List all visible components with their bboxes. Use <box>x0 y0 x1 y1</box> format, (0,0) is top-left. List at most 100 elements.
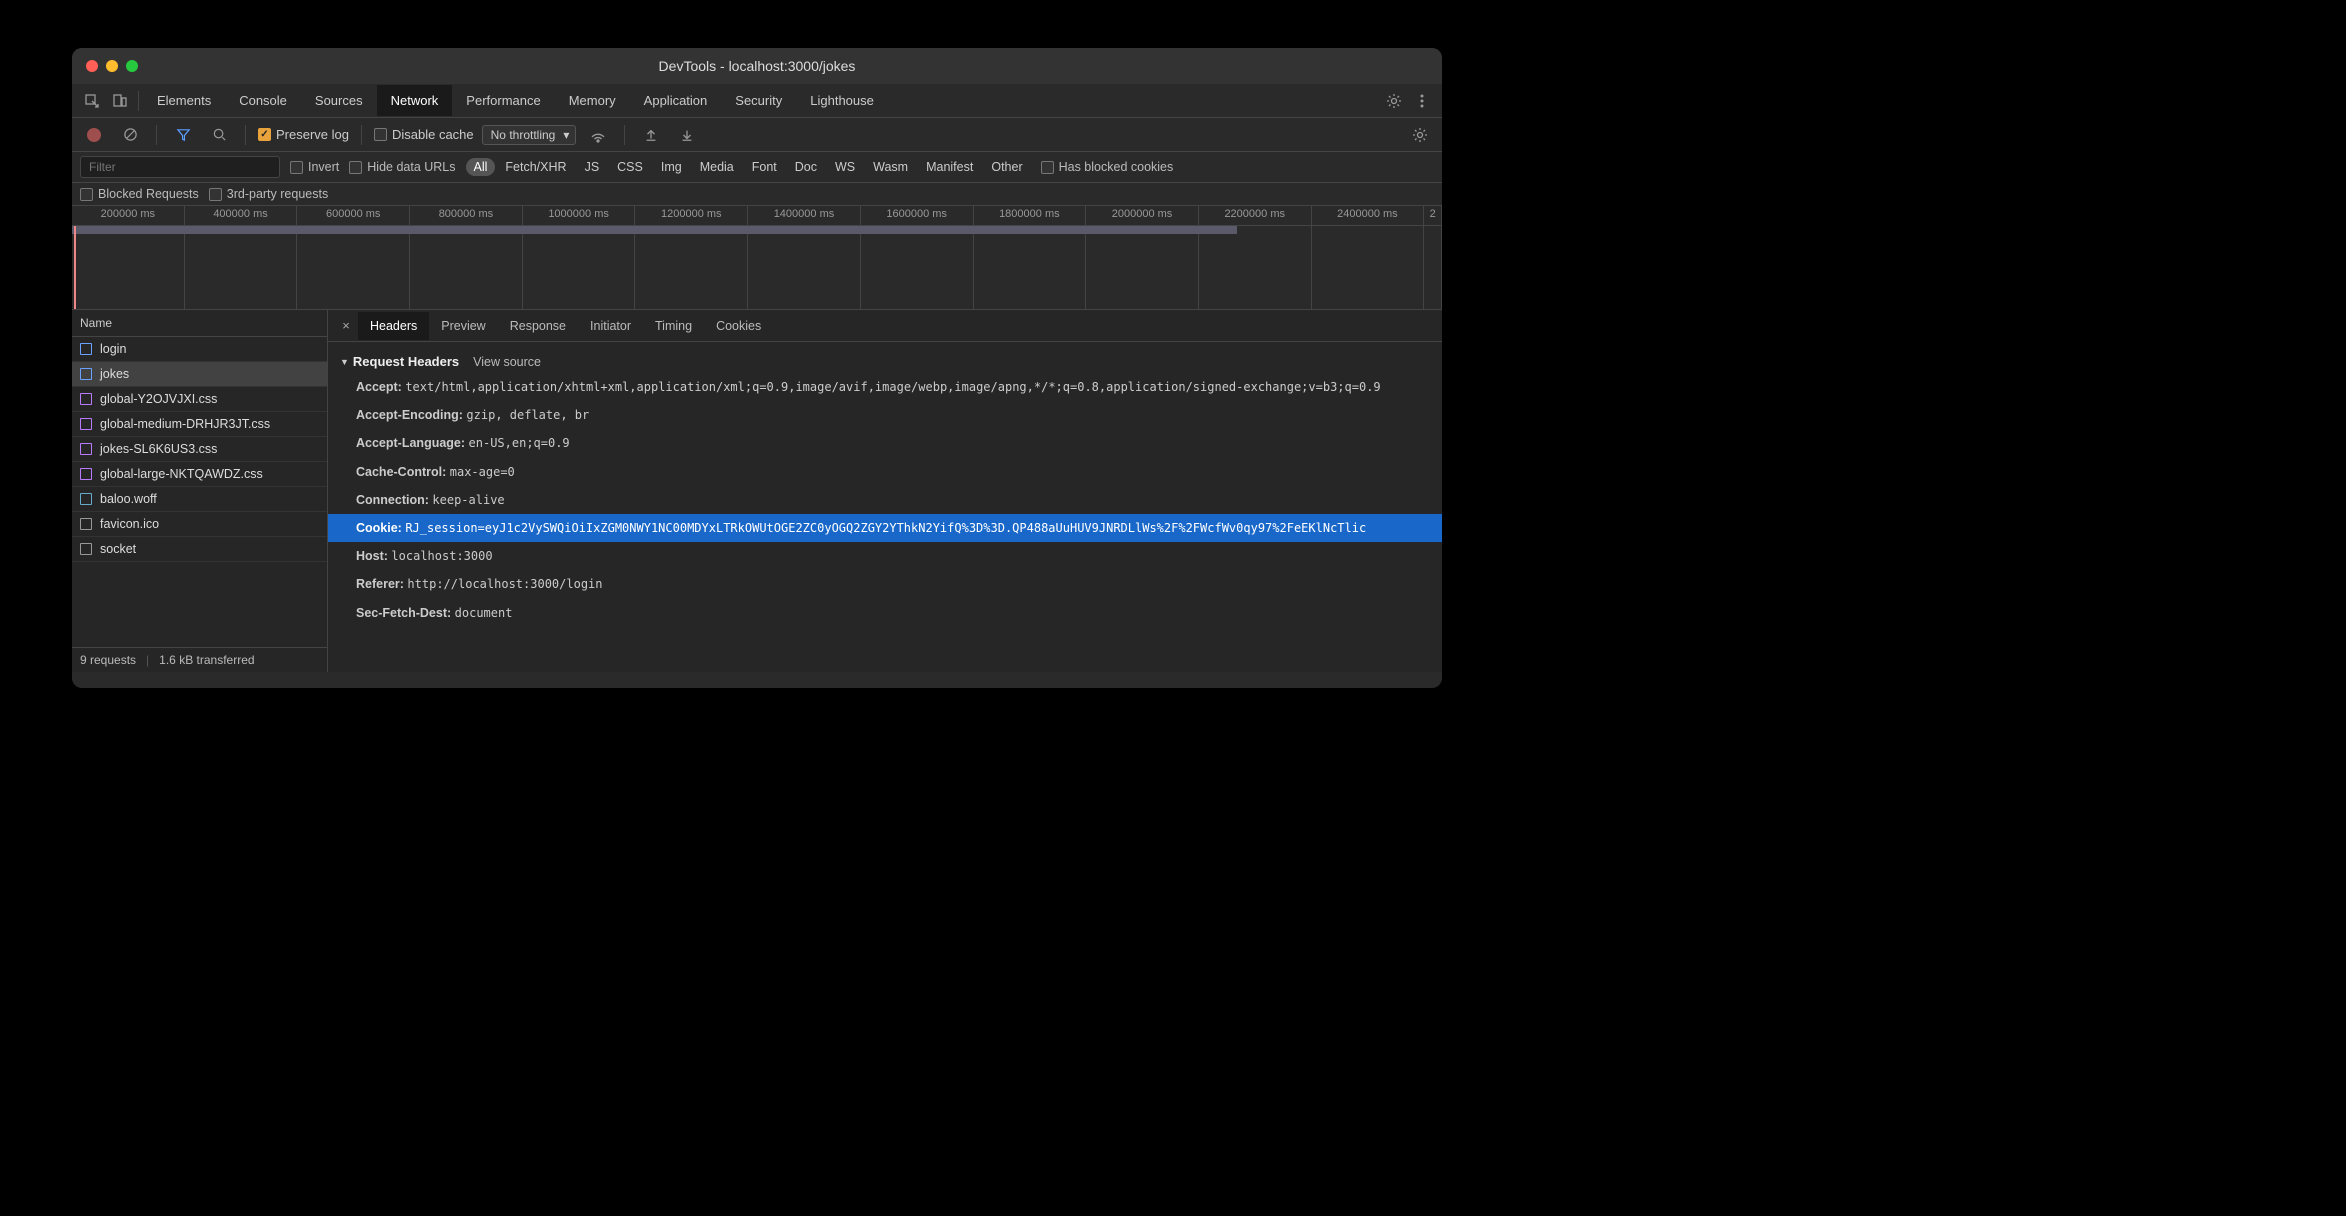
header-value: text/html,application/xhtml+xml,applicat… <box>405 380 1380 394</box>
detail-tab-timing[interactable]: Timing <box>643 312 704 340</box>
timeline-tick: 2200000 ms <box>1199 206 1312 225</box>
request-headers-section[interactable]: ▼ Request Headers <box>340 354 459 369</box>
main-tab-elements[interactable]: Elements <box>143 85 225 116</box>
blocked-requests-checkbox[interactable]: Blocked Requests <box>80 187 199 201</box>
filter-type-fetchxhr[interactable]: Fetch/XHR <box>497 158 574 176</box>
request-row[interactable]: jokes <box>72 362 327 387</box>
request-row[interactable]: socket <box>72 537 327 562</box>
preserve-log-checkbox[interactable]: Preserve log <box>258 127 349 142</box>
network-toolbar: Preserve log Disable cache No throttling… <box>72 118 1442 152</box>
network-conditions-icon[interactable] <box>584 121 612 149</box>
request-name: global-large-NKTQAWDZ.css <box>100 467 263 481</box>
timeline-overview[interactable]: 200000 ms400000 ms600000 ms800000 ms1000… <box>72 206 1442 310</box>
filter-type-css[interactable]: CSS <box>609 158 651 176</box>
main-tab-security[interactable]: Security <box>721 85 796 116</box>
disable-cache-checkbox[interactable]: Disable cache <box>374 127 474 142</box>
other-file-icon <box>80 543 92 555</box>
request-row[interactable]: global-large-NKTQAWDZ.css <box>72 462 327 487</box>
header-row[interactable]: Cache-Control: max-age=0 <box>328 458 1442 486</box>
main-tab-lighthouse[interactable]: Lighthouse <box>796 85 888 116</box>
record-icon[interactable] <box>80 121 108 149</box>
header-row[interactable]: Referer: http://localhost:3000/login <box>328 570 1442 598</box>
has-blocked-cookies-checkbox[interactable]: Has blocked cookies <box>1041 160 1174 174</box>
request-summary: 9 requests | 1.6 kB transferred <box>72 647 327 672</box>
request-row[interactable]: global-medium-DRHJR3JT.css <box>72 412 327 437</box>
request-row[interactable]: login <box>72 337 327 362</box>
filter-type-media[interactable]: Media <box>692 158 742 176</box>
more-icon[interactable] <box>1408 87 1436 115</box>
request-row[interactable]: favicon.ico <box>72 512 327 537</box>
filter-type-ws[interactable]: WS <box>827 158 863 176</box>
main-tab-console[interactable]: Console <box>225 85 301 116</box>
timeline-tick: 2400000 ms <box>1312 206 1425 225</box>
timeline-marker <box>74 226 76 309</box>
filter-type-js[interactable]: JS <box>577 158 608 176</box>
detail-tab-initiator[interactable]: Initiator <box>578 312 643 340</box>
settings-icon[interactable] <box>1406 121 1434 149</box>
timeline-tick: 600000 ms <box>297 206 410 225</box>
header-row[interactable]: Cookie: RJ_session=eyJ1c2VySWQiOiIxZGM0N… <box>328 514 1442 542</box>
minimize-window[interactable] <box>106 60 118 72</box>
close-detail-button[interactable]: × <box>334 318 358 333</box>
detail-tab-cookies[interactable]: Cookies <box>704 312 773 340</box>
view-source-link[interactable]: View source <box>473 355 541 369</box>
font-file-icon <box>80 493 92 505</box>
invert-checkbox[interactable]: Invert <box>290 160 339 174</box>
filter-type-other[interactable]: Other <box>983 158 1030 176</box>
timeline-range-bar <box>72 226 1237 234</box>
header-value: localhost:3000 <box>391 549 492 563</box>
request-row[interactable]: jokes-SL6K6US3.css <box>72 437 327 462</box>
header-row[interactable]: Host: localhost:3000 <box>328 542 1442 570</box>
request-list: Name loginjokesglobal-Y2OJVJXI.cssglobal… <box>72 310 328 672</box>
main-tab-sources[interactable]: Sources <box>301 85 377 116</box>
filter-icon[interactable] <box>169 121 197 149</box>
css-file-icon <box>80 443 92 455</box>
header-value: http://localhost:3000/login <box>407 577 602 591</box>
filter-type-doc[interactable]: Doc <box>787 158 825 176</box>
request-row[interactable]: global-Y2OJVJXI.css <box>72 387 327 412</box>
third-party-checkbox[interactable]: 3rd-party requests <box>209 187 328 201</box>
header-row[interactable]: Sec-Fetch-Dest: document <box>328 599 1442 627</box>
request-row[interactable]: baloo.woff <box>72 487 327 512</box>
timeline-tick: 1600000 ms <box>861 206 974 225</box>
main-tab-application[interactable]: Application <box>630 85 722 116</box>
settings-icon[interactable] <box>1380 87 1408 115</box>
request-name: socket <box>100 542 136 556</box>
header-key: Cookie: <box>356 521 405 535</box>
main-tab-memory[interactable]: Memory <box>555 85 630 116</box>
detail-pane: × HeadersPreviewResponseInitiatorTimingC… <box>328 310 1442 672</box>
detail-tab-response[interactable]: Response <box>498 312 578 340</box>
header-row[interactable]: Accept-Language: en-US,en;q=0.9 <box>328 429 1442 457</box>
detail-tab-headers[interactable]: Headers <box>358 312 429 340</box>
download-icon[interactable] <box>673 121 701 149</box>
header-row[interactable]: Connection: keep-alive <box>328 486 1442 514</box>
timeline-tick: 1400000 ms <box>748 206 861 225</box>
throttling-select[interactable]: No throttling ▾ <box>482 125 577 145</box>
filter-input[interactable] <box>80 156 280 178</box>
detail-tab-preview[interactable]: Preview <box>429 312 497 340</box>
css-file-icon <box>80 418 92 430</box>
disclosure-triangle-icon: ▼ <box>340 357 349 367</box>
filter-type-font[interactable]: Font <box>744 158 785 176</box>
inspect-icon[interactable] <box>78 87 106 115</box>
filter-bar: Invert Hide data URLs AllFetch/XHRJSCSSI… <box>72 152 1442 183</box>
maximize-window[interactable] <box>126 60 138 72</box>
filter-type-all[interactable]: All <box>466 158 496 176</box>
upload-icon[interactable] <box>637 121 665 149</box>
filter-type-img[interactable]: Img <box>653 158 690 176</box>
name-column-header[interactable]: Name <box>72 310 327 337</box>
timeline-tick: 2000000 ms <box>1086 206 1199 225</box>
device-toggle-icon[interactable] <box>106 87 134 115</box>
filter-type-wasm[interactable]: Wasm <box>865 158 916 176</box>
titlebar: DevTools - localhost:3000/jokes <box>72 48 1442 84</box>
close-window[interactable] <box>86 60 98 72</box>
search-icon[interactable] <box>205 121 233 149</box>
filter-type-manifest[interactable]: Manifest <box>918 158 981 176</box>
header-row[interactable]: Accept: text/html,application/xhtml+xml,… <box>328 373 1442 401</box>
clear-icon[interactable] <box>116 121 144 149</box>
main-tab-network[interactable]: Network <box>377 85 453 116</box>
hide-data-urls-checkbox[interactable]: Hide data URLs <box>349 160 455 174</box>
main-tab-performance[interactable]: Performance <box>452 85 554 116</box>
header-row[interactable]: Accept-Encoding: gzip, deflate, br <box>328 401 1442 429</box>
header-value: keep-alive <box>432 493 504 507</box>
